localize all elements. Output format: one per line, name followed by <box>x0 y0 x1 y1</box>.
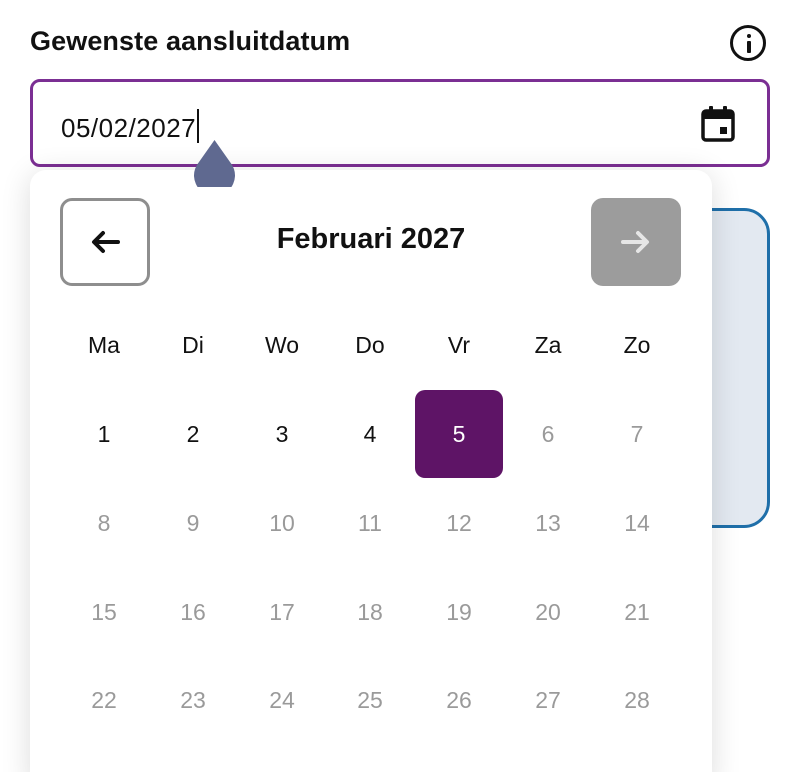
weekday-label: Do <box>355 332 385 358</box>
caret-handle[interactable] <box>194 140 235 187</box>
info-bar <box>746 41 751 53</box>
calendar-day-selected[interactable]: 5 <box>415 390 503 478</box>
info-dot <box>746 34 751 38</box>
date-picker-screen: Gewenste aansluitdatum 05/02/2027 Februa… <box>0 0 800 772</box>
calendar-day: 26 <box>446 686 472 713</box>
calendar-day: 20 <box>535 598 561 625</box>
calendar-day[interactable]: 1 <box>60 390 148 478</box>
calendar-day: 13 <box>535 509 561 536</box>
next-month-button <box>591 198 681 286</box>
calendar-icon[interactable] <box>701 106 735 142</box>
calendar-day[interactable]: 2 <box>149 390 237 478</box>
calendar-popup: Februari 2027 Ma Di Wo Do Vr Za Zo 1 2 3… <box>30 170 712 772</box>
text-caret <box>197 109 200 143</box>
weekday-label: Ma <box>88 332 120 358</box>
calendar-day: 28 <box>624 686 650 713</box>
calendar-day: 24 <box>269 686 295 713</box>
calendar-day: 6 <box>541 420 555 447</box>
weekday-label: Za <box>534 332 562 358</box>
weekday-label: Di <box>182 332 204 358</box>
date-input-value: 05/02/2027 <box>61 109 200 144</box>
calendar-day: 10 <box>269 509 295 536</box>
calendar-day: 8 <box>97 509 111 536</box>
field-label: Gewenste aansluitdatum <box>30 26 351 56</box>
calendar-day: 25 <box>357 686 383 713</box>
calendar-day: 11 <box>358 509 382 536</box>
calendar-day: 12 <box>446 509 472 536</box>
calendar-day: 17 <box>269 598 295 625</box>
date-input[interactable]: 05/02/2027 <box>30 79 770 167</box>
calendar-day: 27 <box>535 686 561 713</box>
calendar-day: 18 <box>357 598 383 625</box>
calendar-day: 7 <box>630 420 644 447</box>
calendar-day[interactable]: 4 <box>326 390 414 478</box>
calendar-day: 23 <box>180 686 206 713</box>
calendar-day: 22 <box>91 686 117 713</box>
weekday-label: Wo <box>264 332 300 358</box>
weekday-label: Zo <box>623 332 651 358</box>
calendar-day: 16 <box>180 598 206 625</box>
calendar-day: 19 <box>446 598 472 625</box>
calendar-day[interactable]: 3 <box>238 390 326 478</box>
date-text: 05/02/2027 <box>61 113 197 143</box>
calendar-day: 15 <box>91 598 117 625</box>
arrow-right-icon <box>621 231 649 253</box>
info-icon[interactable] <box>730 25 766 61</box>
weekday-label: Vr <box>447 332 471 358</box>
calendar-day: 14 <box>624 509 650 536</box>
calendar-day: 21 <box>624 598 650 625</box>
calendar-day: 9 <box>186 509 200 536</box>
